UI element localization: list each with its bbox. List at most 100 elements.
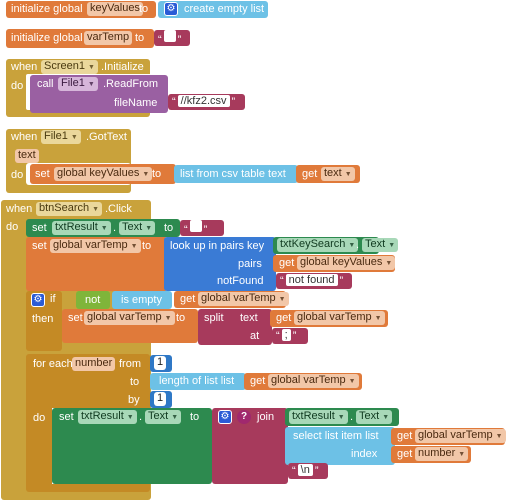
component-dropdown-txtkeysearch[interactable]: txtKeySearch ▼	[277, 238, 359, 252]
empty-text-block[interactable]: “”	[154, 30, 190, 46]
get-global-vartemp-block[interactable]: get global varTemp ▼	[174, 291, 289, 308]
var-dropdown-vartemp[interactable]: global varTemp ▼	[50, 239, 141, 253]
var-dropdown-vartemp[interactable]: global varTemp ▼	[268, 374, 359, 388]
var-dropdown-keyvalues[interactable]: global keyValues ▼	[297, 256, 396, 270]
text-value[interactable]: \n	[297, 464, 313, 476]
get-number-block[interactable]: get number ▼	[391, 446, 471, 463]
dot-label: .	[139, 411, 143, 423]
gear-icon[interactable]: ⚙	[218, 410, 232, 424]
number-from-block[interactable]: 1	[150, 355, 172, 372]
not-block[interactable]: not	[76, 291, 110, 309]
chevron-down-icon: ▼	[70, 134, 78, 141]
empty-text-block[interactable]: “”	[180, 220, 224, 236]
set-txtresult-text-block[interactable]: set txtResult ▼ . Text ▼ to	[52, 408, 212, 484]
var-name: global varTemp	[201, 292, 276, 304]
component-dropdown-btnsearch[interactable]: btnSearch ▼	[36, 202, 103, 216]
component-name: File1	[44, 130, 68, 142]
property-dropdown-text[interactable]: Text ▼	[362, 238, 399, 252]
when-label: when	[11, 131, 38, 143]
by-label: by	[128, 394, 140, 406]
var-dropdown-vartemp[interactable]: global varTemp ▼	[84, 311, 175, 325]
newline-text-block[interactable]: “\n”	[288, 463, 328, 479]
set-global-keyvalues-block[interactable]: set global keyValues ▼ to	[30, 164, 176, 184]
var-name: global keyValues	[300, 256, 383, 268]
notfound-text-block[interactable]: “not found”	[276, 273, 352, 289]
filename-param-label: fileName	[114, 97, 158, 109]
var-dropdown-vartemp[interactable]: global varTemp ▼	[415, 429, 506, 443]
length-of-list-block[interactable]: length of list list	[150, 373, 246, 390]
component-name: txtKeySearch	[280, 238, 346, 250]
property-name: Text	[359, 410, 380, 422]
chevron-down-icon: ▼	[382, 414, 390, 421]
txtresult-text-getter-block[interactable]: txtResult ▼ . Text ▼	[285, 408, 399, 426]
gear-icon[interactable]: ⚙	[164, 2, 178, 16]
number-by-block[interactable]: 1	[150, 391, 172, 408]
component-dropdown-screen1[interactable]: Screen1 ▼	[41, 60, 98, 74]
txtkeysearch-text-getter-block[interactable]: txtKeySearch ▼ . Text ▼	[273, 237, 399, 254]
text-value[interactable]: not found	[285, 274, 338, 286]
text-value[interactable]	[163, 30, 176, 42]
list-from-csv-table-block[interactable]: list from csv table text	[174, 165, 298, 183]
var-name-keyvalues[interactable]: keyValues	[87, 2, 143, 16]
filename-text-block[interactable]: “//kfz2.csv”	[168, 94, 245, 110]
to-label: to	[190, 411, 200, 423]
then-label: then	[32, 313, 54, 325]
gear-icon[interactable]: ⚙	[31, 293, 45, 307]
get-label: get	[279, 257, 295, 269]
text-value[interactable]: ;	[281, 329, 291, 341]
chevron-down-icon: ▼	[130, 243, 138, 250]
var-dropdown-number[interactable]: number ▼	[415, 447, 469, 461]
component-dropdown-txtresult[interactable]: txtResult ▼	[52, 221, 111, 235]
get-text-block[interactable]: get text ▼	[296, 165, 360, 183]
select-list-item-label: select list item list	[293, 430, 379, 442]
chevron-down-icon: ▼	[278, 296, 286, 303]
call-file1-readfrom-block[interactable]: call File1 ▼ .ReadFrom fileName	[30, 75, 168, 113]
var-name: global varTemp	[53, 239, 128, 251]
set-global-vartemp-block[interactable]: set global varTemp ▼ to	[26, 237, 168, 291]
var-name: global varTemp	[418, 429, 493, 441]
init-global-keyvalues-block[interactable]: initialize global keyValues to	[6, 1, 156, 18]
set-global-vartemp-block[interactable]: set global varTemp ▼ to	[62, 309, 198, 343]
property-dropdown-text[interactable]: Text ▼	[145, 410, 182, 424]
look-up-in-pairs-block[interactable]: look up in pairs key pairs notFound	[164, 237, 276, 291]
var-dropdown-vartemp[interactable]: global varTemp ▼	[294, 311, 385, 325]
get-label: get	[180, 293, 196, 305]
is-empty-block[interactable]: is empty	[112, 291, 172, 309]
event-param-text[interactable]: text	[15, 149, 39, 163]
get-global-vartemp-block[interactable]: get global varTemp ▼	[244, 373, 362, 390]
help-icon[interactable]: ?	[237, 410, 251, 424]
chevron-down-icon: ▼	[348, 242, 356, 249]
to-label: to	[164, 222, 174, 234]
component-dropdown-file1[interactable]: File1 ▼	[58, 77, 98, 91]
loop-var-number[interactable]: number	[72, 357, 116, 371]
for-each-label: for each	[33, 358, 73, 370]
select-list-item-block[interactable]: select list item list index	[285, 427, 395, 465]
component-dropdown-txtresult[interactable]: txtResult ▼	[289, 410, 348, 424]
get-arg-dropdown[interactable]: text ▼	[321, 167, 355, 181]
set-txtresult-text-block[interactable]: set txtResult ▼ . Text ▼ to	[26, 219, 180, 237]
get-global-keyvalues-block[interactable]: get global keyValues ▼	[273, 255, 396, 272]
number-value[interactable]: 1	[154, 356, 167, 370]
get-global-vartemp-block[interactable]: get global varTemp ▼	[391, 428, 506, 445]
to-label: to	[176, 312, 186, 324]
not-label: not	[85, 294, 101, 306]
split-block[interactable]: split text at	[198, 309, 272, 345]
init-global-vartemp-block[interactable]: initialize global varTemp to	[6, 29, 154, 48]
number-value[interactable]: 1	[154, 392, 167, 406]
chevron-down-icon: ▼	[495, 433, 503, 440]
property-dropdown-text[interactable]: Text ▼	[356, 410, 393, 424]
var-name-vartemp[interactable]: varTemp	[84, 31, 133, 45]
if-label: if	[50, 293, 56, 305]
create-empty-list-block[interactable]: ⚙ create empty list	[158, 1, 268, 18]
var-dropdown-keyvalues[interactable]: global keyValues ▼	[54, 167, 153, 181]
component-dropdown-file1[interactable]: File1 ▼	[41, 130, 81, 144]
text-value[interactable]: //kfz2.csv	[177, 95, 230, 107]
component-name: File1	[61, 77, 85, 89]
property-dropdown-text[interactable]: Text ▼	[119, 221, 156, 235]
get-global-vartemp-block[interactable]: get global varTemp ▼	[270, 310, 388, 327]
join-block[interactable]: ⚙ ? join	[212, 408, 288, 484]
var-dropdown-vartemp[interactable]: global varTemp ▼	[198, 292, 289, 306]
text-value[interactable]	[189, 220, 202, 232]
component-dropdown-txtresult[interactable]: txtResult ▼	[78, 410, 137, 424]
separator-text-block[interactable]: “;”	[272, 328, 308, 344]
